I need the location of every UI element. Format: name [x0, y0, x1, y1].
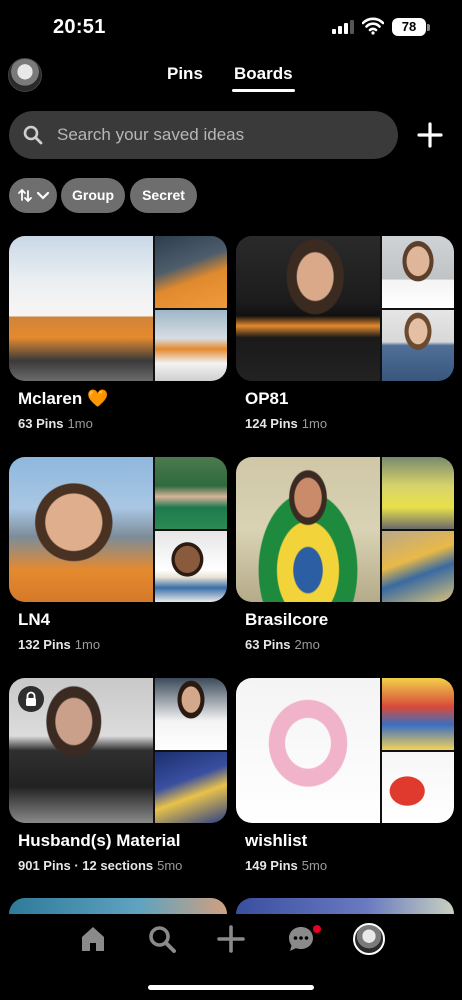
cover-image-main — [236, 457, 380, 602]
tab-boards[interactable]: Boards — [234, 64, 293, 84]
board-meta: 132 Pins 1mo — [18, 637, 100, 652]
board-title: Husband(s) Material — [18, 831, 181, 850]
board-age: 1mo — [301, 416, 328, 431]
cover-image-top — [155, 678, 227, 750]
profile-avatar[interactable] — [8, 58, 42, 92]
board-title: OP81 — [245, 389, 289, 408]
cover-image-bottom — [155, 752, 227, 823]
group-filter-chip[interactable]: Group — [61, 178, 125, 213]
board-card[interactable]: LN4 132 Pins 1mo — [9, 457, 227, 652]
board-meta: 149 Pins 5mo — [245, 858, 327, 873]
board-age: 1mo — [67, 416, 93, 431]
pin-count: 63 Pins — [18, 416, 64, 431]
board-card[interactable]: OP81 124 Pins 1mo — [236, 236, 454, 431]
cover-image-bottom — [382, 310, 454, 381]
board-title: wishlist — [245, 831, 308, 850]
search-icon — [23, 125, 43, 145]
status-bar: 20:51 78 — [0, 0, 462, 52]
board-cover[interactable] — [9, 236, 227, 381]
board-meta: 124 Pins 1mo — [245, 416, 327, 431]
chevron-down-icon — [36, 191, 50, 200]
cover-image-top — [155, 236, 227, 308]
signal-icon — [332, 20, 354, 34]
search-bar[interactable] — [9, 111, 398, 159]
board-age: 2mo — [294, 637, 320, 652]
cover-image-top — [382, 236, 454, 308]
secret-filter-chip[interactable]: Secret — [130, 178, 197, 213]
pin-count: 63 Pins — [245, 637, 291, 652]
board-cover[interactable] — [236, 678, 454, 823]
pin-count: 132 Pins — [18, 637, 71, 652]
cover-image-bottom — [155, 310, 227, 381]
battery-tip — [427, 24, 430, 31]
board-meta: 63 Pins 1mo — [18, 416, 93, 431]
cover-image-bottom — [382, 531, 454, 602]
board-title: LN4 — [18, 610, 51, 629]
board-title: Brasilcore — [245, 610, 329, 629]
lock-icon — [18, 686, 44, 712]
board-meta: 63 Pins 2mo — [245, 637, 320, 652]
board-age: 1mo — [74, 637, 101, 652]
cover-image-top — [382, 678, 454, 750]
tab-pins[interactable]: Pins — [167, 64, 203, 84]
search-input[interactable] — [57, 111, 387, 159]
cover-image-bottom — [382, 752, 454, 823]
board-age: 5mo — [157, 858, 183, 873]
wifi-icon — [362, 17, 384, 35]
board-cover[interactable] — [236, 236, 454, 381]
cover-image-bottom — [155, 531, 227, 602]
board-title: Mclaren 🧡 — [18, 389, 109, 408]
board-cover[interactable] — [9, 678, 227, 823]
cover-image-main — [9, 457, 153, 602]
cover-image-top — [382, 457, 454, 529]
chat-icon[interactable] — [286, 924, 322, 954]
pin-count: 901 Pins · 12 sections — [18, 858, 154, 873]
cover-image-main — [9, 236, 153, 381]
battery-icon: 78 — [392, 18, 426, 36]
cover-image-main — [236, 236, 380, 381]
create-board-button[interactable] — [412, 117, 448, 153]
board-card[interactable]: Mclaren 🧡 63 Pins 1mo — [9, 236, 227, 431]
board-cover[interactable] — [9, 457, 227, 602]
home-icon[interactable] — [78, 924, 108, 954]
search-icon[interactable] — [147, 924, 177, 954]
board-card[interactable]: wishlist 149 Pins 5mo — [236, 678, 454, 873]
board-age: 5mo — [301, 858, 328, 873]
board-cover[interactable] — [236, 457, 454, 602]
pin-count: 149 Pins — [245, 858, 298, 873]
board-meta: 901 Pins · 12 sections 5mo — [18, 858, 182, 873]
profile-avatar[interactable] — [353, 923, 385, 955]
cover-image-top — [155, 457, 227, 529]
cover-image-main — [236, 678, 380, 823]
plus-icon[interactable] — [216, 924, 246, 954]
notification-dot — [313, 925, 321, 933]
board-card[interactable]: Brasilcore 63 Pins 2mo — [236, 457, 454, 652]
home-indicator — [148, 985, 314, 990]
pin-count: 124 Pins — [245, 416, 298, 431]
active-tab-indicator — [232, 89, 295, 92]
status-time: 20:51 — [53, 16, 106, 38]
sort-button[interactable] — [9, 178, 57, 213]
sort-icon — [18, 188, 50, 203]
board-card[interactable]: Husband(s) Material 901 Pins · 12 sectio… — [9, 678, 227, 873]
